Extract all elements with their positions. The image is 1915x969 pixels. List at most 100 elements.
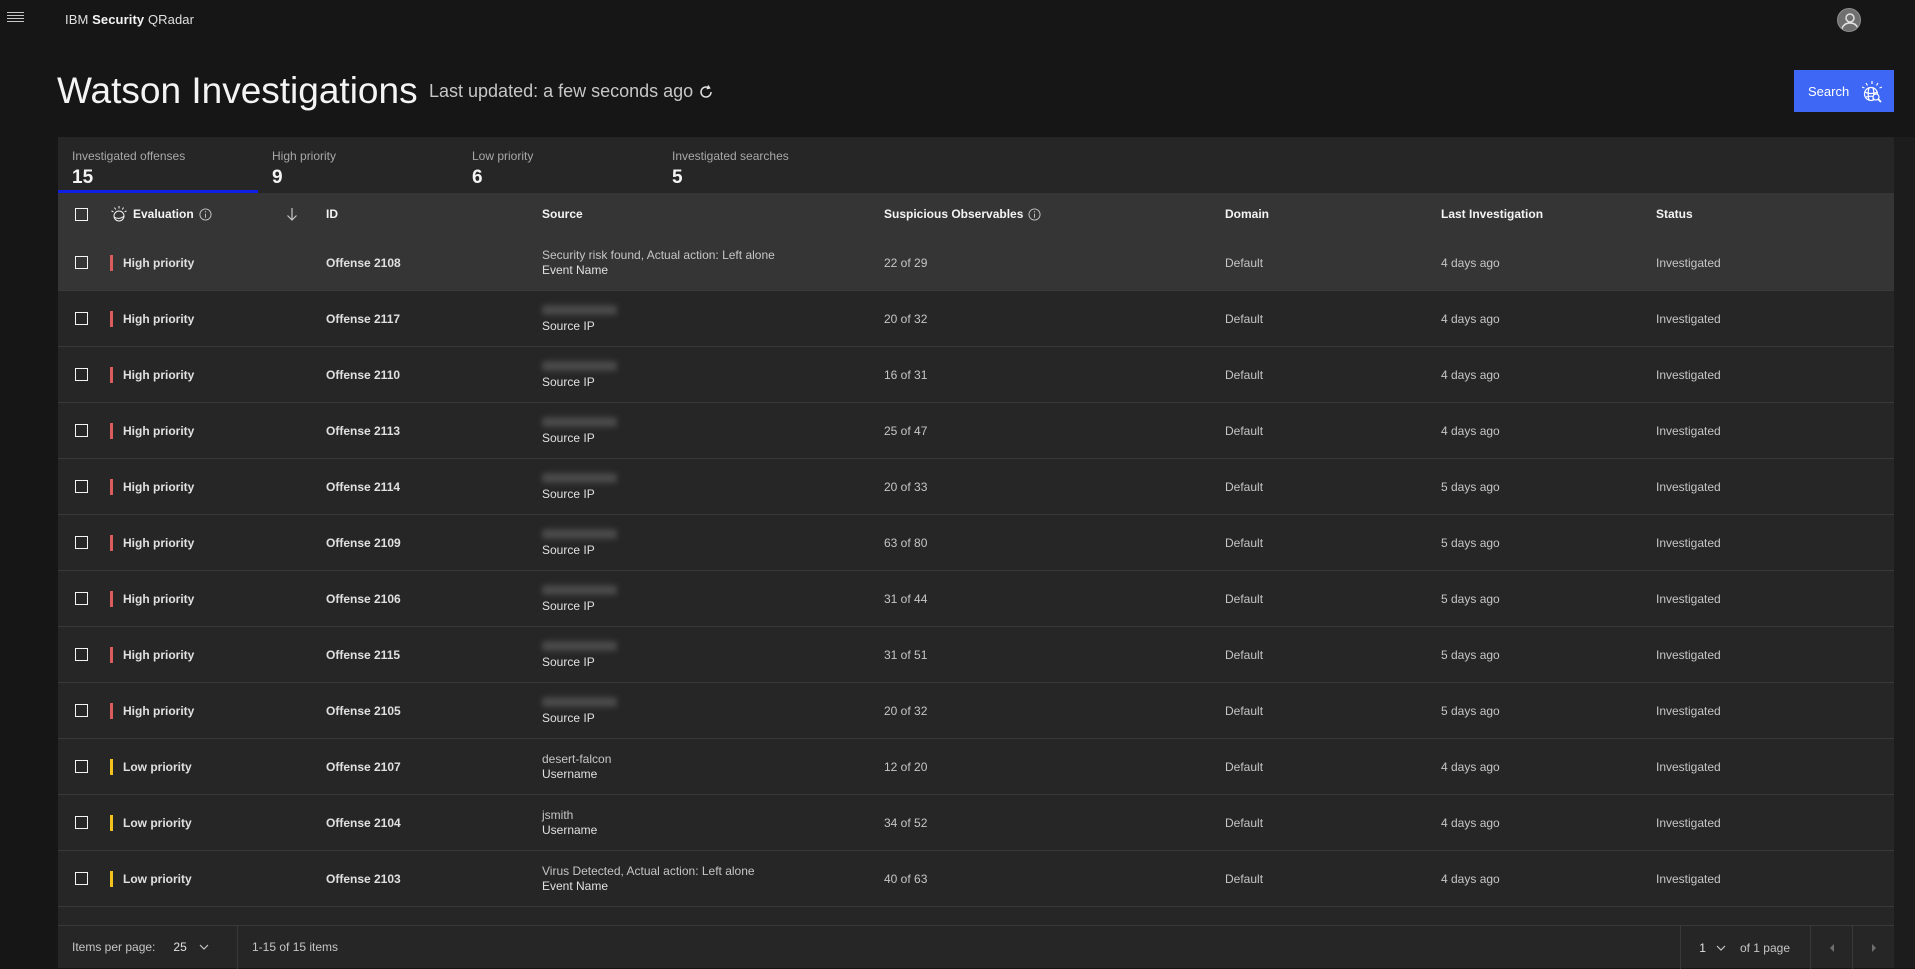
select-all-checkbox[interactable] <box>75 207 88 221</box>
offense-id[interactable]: Offense 2108 <box>326 256 401 270</box>
source-type: Source IP <box>542 318 595 333</box>
row-checkbox[interactable] <box>75 368 88 381</box>
source-cell: Security risk found, Actual action: Left… <box>542 248 775 278</box>
table-row[interactable]: Low priority Offense 2103 Virus Detected… <box>58 851 1894 907</box>
offense-id[interactable]: Offense 2104 <box>326 816 401 830</box>
previous-page-button[interactable] <box>1810 926 1852 969</box>
suspicious-observables: 20 of 32 <box>884 311 928 326</box>
domain: Default <box>1225 367 1264 382</box>
row-checkbox[interactable] <box>75 760 88 773</box>
offense-id[interactable]: Offense 2117 <box>326 312 400 326</box>
top-nav-bar: IBM Security QRadar <box>0 0 1915 40</box>
page-select[interactable]: 1 <box>1699 941 1726 955</box>
priority-indicator: High priority <box>110 422 195 439</box>
items-per-page-select[interactable]: 25 <box>173 940 209 954</box>
offense-id[interactable]: Offense 2105 <box>326 704 401 718</box>
column-label-source: Source <box>542 207 583 221</box>
table-row[interactable]: High priority Offense 2106 Source IP 31 … <box>58 571 1894 627</box>
table-row[interactable]: High priority Offense 2117 Source IP 20 … <box>58 291 1894 347</box>
row-checkbox[interactable] <box>75 424 88 437</box>
priority-label: High priority <box>123 535 195 550</box>
offense-id[interactable]: Offense 2107 <box>326 760 401 774</box>
table-row[interactable]: High priority Offense 2108 Security risk… <box>58 235 1894 291</box>
summary-tab[interactable]: Low priority 6 <box>458 137 658 193</box>
last-investigation: 4 days ago <box>1441 311 1500 326</box>
search-button[interactable]: Search <box>1794 70 1894 112</box>
table-row[interactable]: High priority Offense 2109 Source IP 63 … <box>58 515 1894 571</box>
suspicious-observables: 63 of 80 <box>884 535 928 550</box>
refresh-icon[interactable] <box>698 84 714 100</box>
priority-label: High priority <box>123 423 195 438</box>
source-cell: Source IP <box>542 584 617 614</box>
page-count: of 1 page <box>1739 940 1790 955</box>
last-investigation: 4 days ago <box>1441 871 1500 886</box>
offense-id[interactable]: Offense 2103 <box>326 872 401 886</box>
redacted-source-value <box>542 472 617 483</box>
row-checkbox[interactable] <box>75 704 88 717</box>
user-avatar-icon[interactable] <box>1837 8 1861 32</box>
source-value: Security risk found, Actual action: Left… <box>542 247 775 262</box>
last-investigation: 5 days ago <box>1441 535 1500 550</box>
table-row[interactable]: High priority Offense 2105 Source IP 20 … <box>58 683 1894 739</box>
offense-id[interactable]: Offense 2110 <box>326 368 400 382</box>
row-checkbox[interactable] <box>75 312 88 325</box>
offense-id[interactable]: Offense 2106 <box>326 592 401 606</box>
row-checkbox[interactable] <box>75 816 88 829</box>
column-header-last-investigation[interactable]: Last Investigation <box>1441 207 1543 221</box>
priority-color-bar <box>110 310 113 327</box>
row-checkbox[interactable] <box>75 480 88 493</box>
column-header-id[interactable]: ID <box>326 207 338 221</box>
page-scrollbar[interactable] <box>1894 137 1915 968</box>
redacted-source-value <box>542 304 617 315</box>
pagination-bar: Items per page: 25 1-15 of 15 items 1 of… <box>58 925 1894 969</box>
table-row[interactable]: Low priority Offense 2107 desert-falcon … <box>58 739 1894 795</box>
column-label-evaluation: Evaluation <box>133 207 194 221</box>
next-page-button[interactable] <box>1852 926 1894 969</box>
source-cell: Source IP <box>542 416 617 446</box>
sort-descending-icon[interactable] <box>286 207 298 221</box>
table-row[interactable]: High priority Offense 2114 Source IP 20 … <box>58 459 1894 515</box>
last-investigation: 4 days ago <box>1441 423 1500 438</box>
table-row[interactable]: High priority Offense 2110 Source IP 16 … <box>58 347 1894 403</box>
info-icon[interactable] <box>199 207 212 221</box>
suspicious-observables: 31 of 44 <box>884 591 928 606</box>
column-header-evaluation[interactable]: Evaluation <box>110 205 212 223</box>
status: Investigated <box>1656 311 1721 326</box>
source-type: Event Name <box>542 262 609 277</box>
summary-tab[interactable]: Investigated offenses 15 <box>58 137 258 193</box>
search-button-label: Search <box>1808 83 1850 99</box>
offense-id[interactable]: Offense 2115 <box>326 648 400 662</box>
priority-indicator: High priority <box>110 478 194 495</box>
chevron-down-icon <box>1716 945 1726 951</box>
priority-indicator: High priority <box>110 702 194 719</box>
row-checkbox[interactable] <box>75 648 88 661</box>
row-checkbox[interactable] <box>75 256 88 269</box>
last-investigation: 4 days ago <box>1441 255 1500 270</box>
hamburger-menu-icon[interactable] <box>7 12 24 26</box>
status: Investigated <box>1656 255 1721 270</box>
row-checkbox[interactable] <box>75 872 88 885</box>
offense-id[interactable]: Offense 2109 <box>326 536 401 550</box>
table-row[interactable]: Low priority Offense 2104 jsmith Usernam… <box>58 795 1894 851</box>
offense-id[interactable]: Offense 2114 <box>326 480 400 494</box>
summary-tab[interactable]: Investigated searches 5 <box>658 137 858 193</box>
last-investigation: 5 days ago <box>1441 647 1500 662</box>
table-row-partial <box>58 907 1894 925</box>
source-value: desert-falcon <box>542 751 612 766</box>
page-controls: 1 of 1 page <box>1680 926 1894 969</box>
domain: Default <box>1225 311 1264 326</box>
info-icon[interactable] <box>1028 207 1041 221</box>
row-checkbox[interactable] <box>75 592 88 605</box>
priority-label: High priority <box>123 311 195 326</box>
table-row[interactable]: High priority Offense 2113 Source IP 25 … <box>58 403 1894 459</box>
column-header-source[interactable]: Source <box>542 207 583 221</box>
row-checkbox[interactable] <box>75 536 88 549</box>
column-header-domain[interactable]: Domain <box>1225 207 1269 221</box>
summary-tab[interactable]: High priority 9 <box>258 137 458 193</box>
table-row[interactable]: High priority Offense 2115 Source IP 31 … <box>58 627 1894 683</box>
priority-indicator: High priority <box>110 590 194 607</box>
offense-id[interactable]: Offense 2113 <box>326 424 400 438</box>
column-header-status[interactable]: Status <box>1656 207 1693 221</box>
status: Investigated <box>1656 647 1721 662</box>
column-header-observables[interactable]: Suspicious Observables <box>884 207 1041 221</box>
